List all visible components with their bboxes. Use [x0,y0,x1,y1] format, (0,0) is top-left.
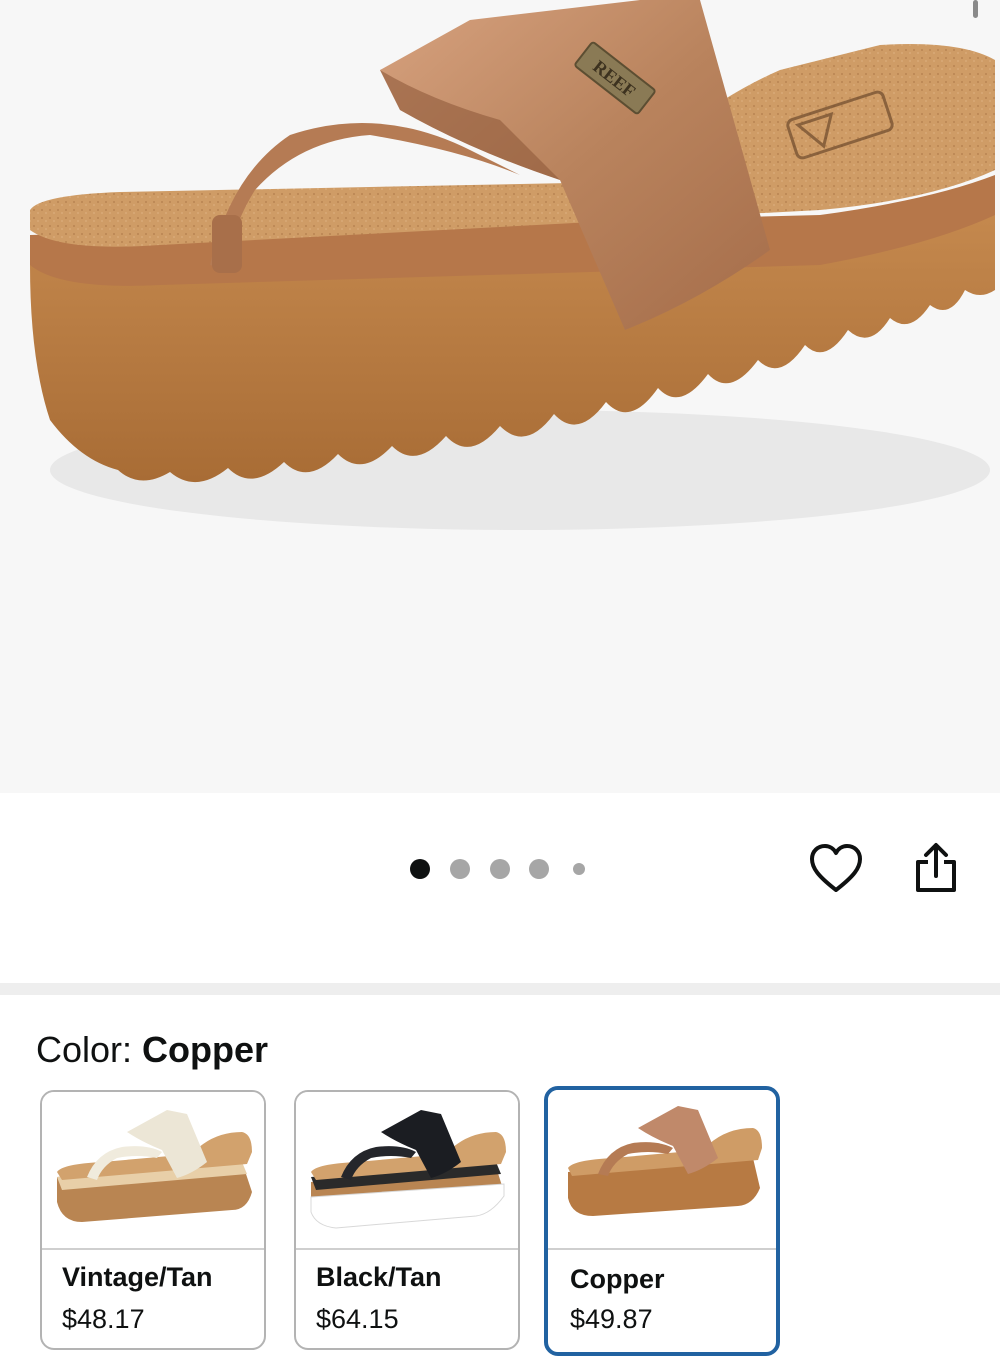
swatch-thumbnail [548,1090,776,1248]
swatch-thumbnail [42,1092,264,1248]
share-button[interactable] [912,842,960,894]
product-image[interactable]: REEF [0,0,1000,793]
carousel-dot-2[interactable] [450,859,470,879]
sandal-illustration: REEF [30,0,995,530]
swatch-name: Black/Tan [316,1262,442,1292]
color-swatch-copper[interactable]: Copper $49.87 [544,1086,780,1356]
heart-outline-icon [810,844,862,892]
color-selection-label: Color: Copper [36,1028,268,1072]
color-swatch-vintage-tan[interactable]: Vintage/Tan $48.17 [40,1090,266,1350]
swatch-name: Copper [570,1264,665,1294]
swatch-divider [548,1248,776,1250]
swatch-divider [296,1248,518,1250]
carousel-dot-5[interactable] [573,863,585,875]
carousel-dot-4[interactable] [529,859,549,879]
wishlist-button[interactable] [808,842,864,896]
color-value: Copper [142,1029,269,1070]
swatch-thumbnail [296,1092,518,1248]
carousel-dot-1[interactable] [410,859,430,879]
swatch-price: $48.17 [62,1304,145,1334]
color-swatch-black-tan[interactable]: Black/Tan $64.15 [294,1090,520,1350]
scroll-indicator [973,0,978,18]
swatch-price: $49.87 [570,1304,653,1334]
swatch-name: Vintage/Tan [62,1262,213,1292]
carousel-dot-3[interactable] [490,859,510,879]
color-label: Color: [36,1029,133,1070]
swatch-divider [42,1248,264,1250]
section-divider [0,983,1000,995]
share-icon [916,843,956,892]
swatch-price: $64.15 [316,1304,399,1334]
